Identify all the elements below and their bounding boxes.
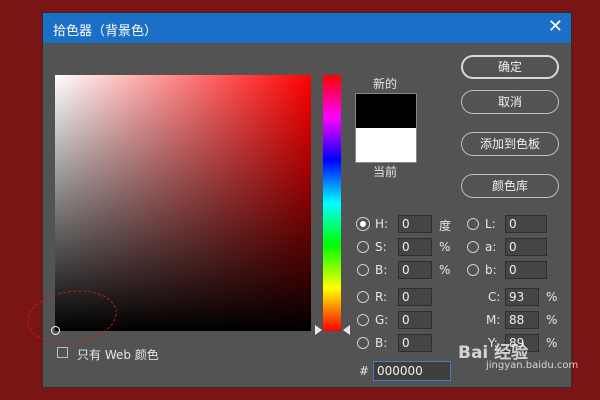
brightness-label: B: xyxy=(375,263,388,277)
brightness-input[interactable]: 0 xyxy=(398,261,432,279)
radio-saturation[interactable] xyxy=(357,241,369,253)
red-input[interactable]: 0 xyxy=(398,288,432,306)
cyan-label: C: xyxy=(488,290,501,304)
ok-button[interactable]: 确定 xyxy=(461,55,559,79)
color-libraries-button[interactable]: 颜色库 xyxy=(461,174,559,198)
hue-slider[interactable] xyxy=(323,75,341,331)
yellow-unit: % xyxy=(546,336,558,350)
web-colors-only-checkbox[interactable] xyxy=(57,347,68,358)
add-to-swatches-button[interactable]: 添加到色板 xyxy=(461,132,559,156)
hue-input[interactable]: 0 xyxy=(398,215,432,233)
radio-green[interactable] xyxy=(357,314,369,326)
hue-slider-right-handle[interactable] xyxy=(343,325,350,335)
a-channel-label: a: xyxy=(485,240,497,254)
b-channel-input[interactable]: 0 xyxy=(505,261,547,279)
brightness-unit: % xyxy=(439,263,451,277)
cyan-input[interactable]: 93 xyxy=(505,288,539,306)
red-label: R: xyxy=(375,290,388,304)
radio-a-channel[interactable] xyxy=(467,241,479,253)
green-input[interactable]: 0 xyxy=(398,311,432,329)
current-color-label: 当前 xyxy=(372,165,397,179)
magenta-unit: % xyxy=(546,313,558,327)
hex-input[interactable]: 000000 xyxy=(373,361,451,381)
b-channel-label: b: xyxy=(485,263,497,277)
hue-unit: 度 xyxy=(439,219,452,233)
blue-input[interactable]: 0 xyxy=(398,334,432,352)
web-colors-only-label: 只有 Web 颜色 xyxy=(77,348,159,362)
green-label: G: xyxy=(375,313,389,327)
saturation-unit: % xyxy=(439,240,451,254)
cyan-unit: % xyxy=(546,290,558,304)
radio-blue[interactable] xyxy=(357,337,369,349)
current-color-swatch[interactable] xyxy=(355,128,417,163)
close-icon[interactable]: ✕ xyxy=(548,16,563,38)
magenta-label: M: xyxy=(486,313,501,327)
hue-label: H: xyxy=(375,217,389,231)
cancel-button[interactable]: 取消 xyxy=(461,90,559,114)
color-picker-dialog: 拾色器（背景色） ✕ 新的 当前 确定 取消 添加到色板 颜色库 H: 0 度 … xyxy=(23,12,572,388)
hex-label: # xyxy=(359,364,370,378)
title-bar: 拾色器（背景色） ✕ xyxy=(43,13,571,43)
hue-slider-left-handle[interactable] xyxy=(315,325,322,335)
radio-brightness[interactable] xyxy=(357,264,369,276)
radio-lightness[interactable] xyxy=(467,218,479,230)
saturation-label: S: xyxy=(375,240,387,254)
magenta-input[interactable]: 88 xyxy=(505,311,539,329)
radio-red[interactable] xyxy=(357,291,369,303)
radio-b-channel[interactable] xyxy=(467,264,479,276)
a-channel-input[interactable]: 0 xyxy=(505,238,547,256)
dialog-title: 拾色器（背景色） xyxy=(53,24,158,39)
saturation-input[interactable]: 0 xyxy=(398,238,432,256)
new-color-label: 新的 xyxy=(372,77,397,91)
radio-hue[interactable] xyxy=(357,218,369,230)
new-color-swatch xyxy=(355,93,417,128)
lightness-input[interactable]: 0 xyxy=(505,215,547,233)
blue-label: B: xyxy=(375,336,388,350)
watermark-url: jingyan.baidu.com xyxy=(486,360,579,371)
lightness-label: L: xyxy=(485,217,496,231)
